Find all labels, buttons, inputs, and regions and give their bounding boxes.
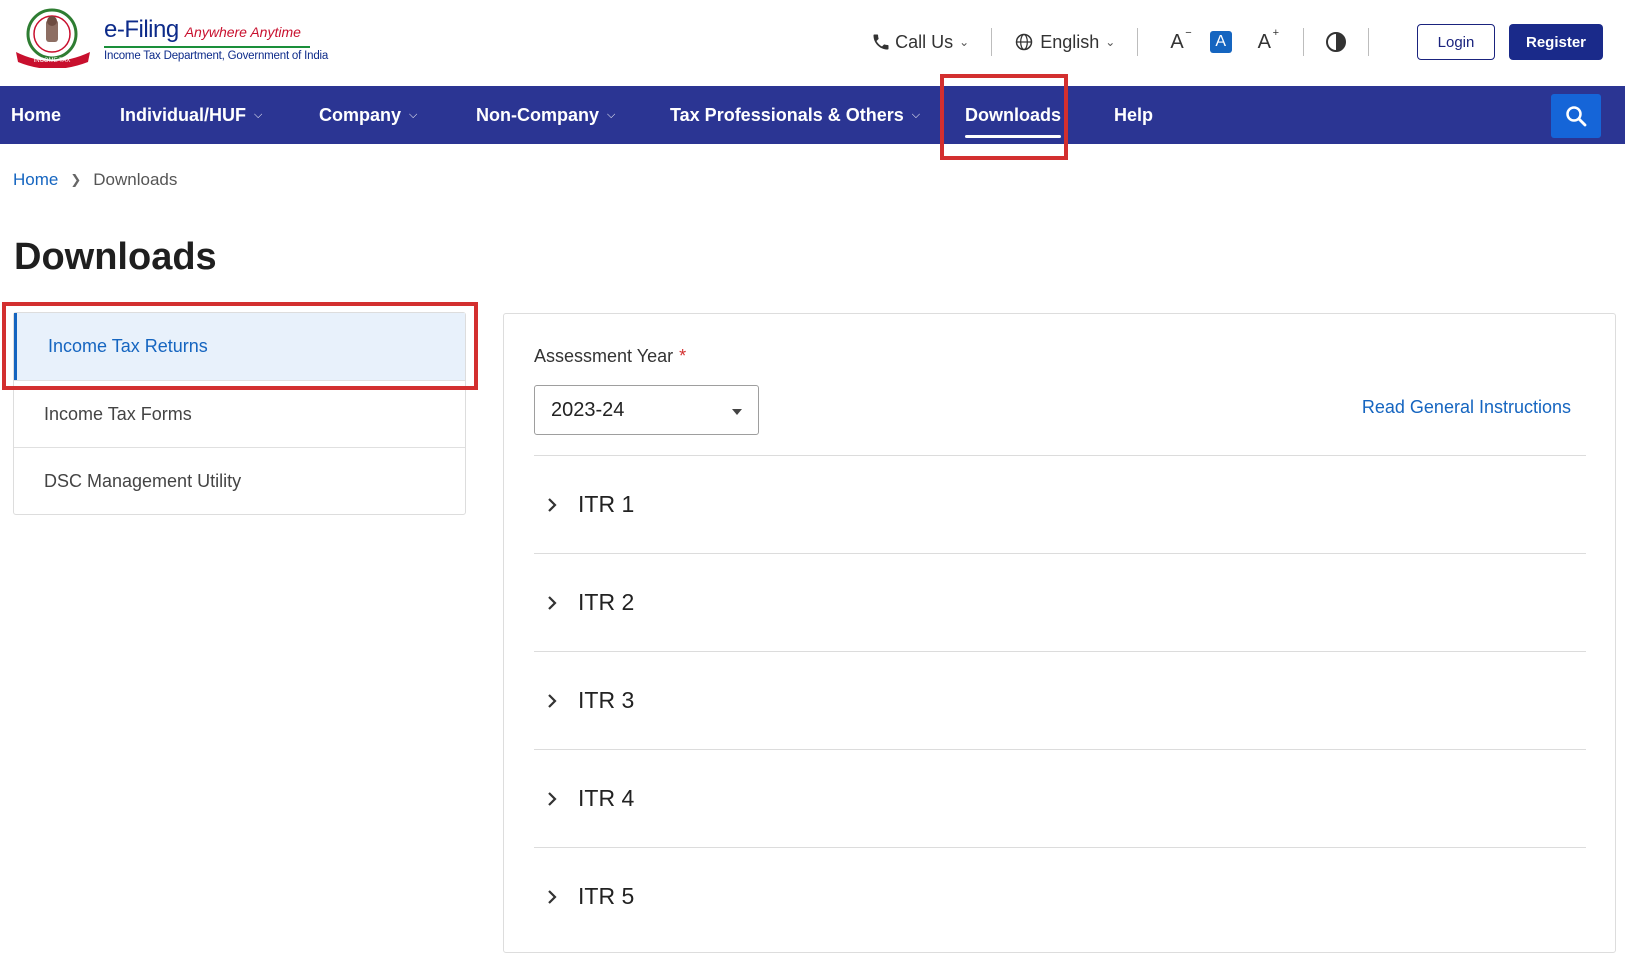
nav-help[interactable]: Help [1114, 86, 1153, 144]
contrast-toggle-icon[interactable] [1326, 32, 1346, 52]
breadcrumb: Home ❯ Downloads [13, 170, 177, 190]
brand-divider [104, 46, 310, 48]
call-us-label: Call Us [895, 31, 954, 52]
font-normal-button[interactable]: A [1209, 31, 1232, 53]
itr-label: ITR 2 [578, 589, 635, 615]
itr-label: ITR 5 [578, 883, 635, 909]
brand-tagline: Anywhere Anytime [184, 24, 301, 40]
nav-downloads[interactable]: Downloads [965, 86, 1062, 144]
call-us-dropdown[interactable]: Call Us ⌄ [871, 32, 969, 53]
chevron-right-icon: ❯ [70, 172, 82, 187]
divider [1368, 28, 1369, 56]
sidebar-item-income-tax-forms[interactable]: Income Tax Forms [14, 380, 465, 447]
downloads-sidebar: Income Tax Returns Income Tax Forms DSC … [13, 312, 466, 515]
main-navigation: Home Individual/HUF ⌵ Company ⌵ Non-Compan… [0, 86, 1625, 144]
chevron-down-icon: ⌄ [959, 35, 970, 49]
top-header: INCOME TAX e-Filing Anywhere Anytime Inc… [0, 0, 1625, 86]
header-tools: Call Us ⌄ English ⌄ A − A A + Login Regist… [871, 22, 1603, 62]
svg-text:INCOME TAX: INCOME TAX [34, 58, 71, 64]
font-increase-button[interactable]: A + [1258, 27, 1279, 54]
chevron-right-icon [542, 593, 562, 613]
nav-individual-huf[interactable]: Individual/HUF ⌵ [120, 86, 262, 144]
itr-label: ITR 3 [578, 687, 635, 713]
search-icon [1566, 106, 1587, 127]
chevron-down-icon: ⌵ [607, 108, 616, 121]
itr-accordion-item[interactable]: ITR 4 [534, 749, 1586, 847]
downloads-panel: Assessment Year * 2023-24 Read General In… [503, 313, 1616, 953]
itr-accordion-item[interactable]: ITR 2 [534, 553, 1586, 651]
itr-accordion-item[interactable]: ITR 3 [534, 651, 1586, 749]
divider [991, 28, 993, 56]
chevron-right-icon [542, 495, 562, 515]
chevron-right-icon [542, 691, 562, 711]
itr-accordion-item[interactable]: ITR 5 [534, 847, 1586, 945]
language-label: English [1040, 31, 1100, 52]
assessment-year-value: 2023-24 [551, 398, 625, 421]
itr-accordion-list: ITR 1 ITR 2 ITR 3 ITR 4 ITR 5 [534, 455, 1586, 945]
brand-name: e-Filing [104, 16, 179, 43]
itr-label: ITR 4 [578, 785, 635, 811]
chevron-down-icon: ⌵ [911, 108, 921, 121]
itr-label: ITR 1 [578, 491, 635, 517]
divider [1137, 28, 1139, 56]
phone-icon [873, 34, 889, 50]
chevron-down-icon: ⌄ [1105, 35, 1116, 49]
itr-accordion-item[interactable]: ITR 1 [534, 455, 1586, 553]
read-general-instructions-link[interactable]: Read General Instructions [1362, 397, 1571, 418]
font-decrease-button[interactable]: A − [1170, 27, 1191, 54]
sidebar-item-dsc-management-utility[interactable]: DSC Management Utility [14, 447, 465, 514]
efiling-logo[interactable]: INCOME TAX e-Filing Anywhere Anytime Inc… [12, 8, 329, 69]
chevron-right-icon [542, 887, 562, 907]
language-dropdown[interactable]: English ⌄ [1014, 32, 1115, 53]
dropdown-caret-icon [732, 409, 742, 415]
chevron-down-icon: ⌵ [409, 108, 418, 121]
assessment-year-label: Assessment Year * [534, 346, 687, 366]
breadcrumb-home-link[interactable]: Home [13, 170, 58, 190]
globe-icon [1015, 33, 1033, 51]
income-tax-department-emblem-icon: INCOME TAX [12, 8, 96, 69]
nav-tax-professionals[interactable]: Tax Professionals & Others ⌵ [670, 86, 920, 144]
sidebar-item-income-tax-returns[interactable]: Income Tax Returns [14, 313, 465, 380]
nav-company[interactable]: Company ⌵ [319, 86, 417, 144]
nav-home[interactable]: Home [11, 86, 61, 144]
breadcrumb-current: Downloads [93, 170, 178, 189]
brand-subtitle: Income Tax Department, Government of Ind… [104, 50, 329, 62]
chevron-right-icon [542, 789, 562, 809]
nav-non-company[interactable]: Non-Company ⌵ [476, 86, 615, 144]
login-button[interactable]: Login [1417, 24, 1495, 60]
page-title: Downloads [14, 236, 217, 278]
chevron-down-icon: ⌵ [254, 108, 263, 121]
assessment-year-select[interactable]: 2023-24 [534, 385, 759, 435]
divider [1303, 28, 1304, 56]
search-button[interactable] [1551, 94, 1601, 138]
active-nav-indicator [965, 135, 1062, 138]
register-button[interactable]: Register [1509, 24, 1603, 60]
required-marker: * [679, 346, 687, 366]
